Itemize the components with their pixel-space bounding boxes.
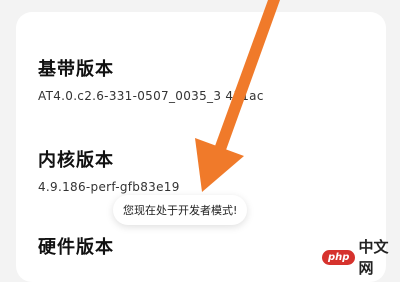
developer-mode-toast: 您现在处于开发者模式! [113, 195, 248, 225]
watermark-logo: php 中文网 [322, 236, 400, 278]
baseband-version-item[interactable]: 基带版本 AT4.0.c2.6-331-0507_0035_3 431ac [38, 55, 264, 103]
hardware-version-item[interactable]: 硬件版本 [38, 233, 114, 259]
kernel-version-item[interactable]: 内核版本 4.9.186-perf-gfb83e19 [38, 146, 180, 194]
kernel-version-label: 内核版本 [38, 150, 114, 171]
hardware-version-label: 硬件版本 [38, 237, 114, 258]
kernel-version-value: 4.9.186-perf-gfb83e19 [38, 180, 180, 194]
watermark-text: 中文网 [358, 238, 389, 277]
watermark-badge: php [322, 249, 356, 265]
toast-text: 您现在处于开发者模式! [123, 204, 238, 217]
baseband-version-label: 基带版本 [38, 59, 114, 80]
baseband-version-value: AT4.0.c2.6-331-0507_0035_3 431ac [38, 89, 264, 103]
